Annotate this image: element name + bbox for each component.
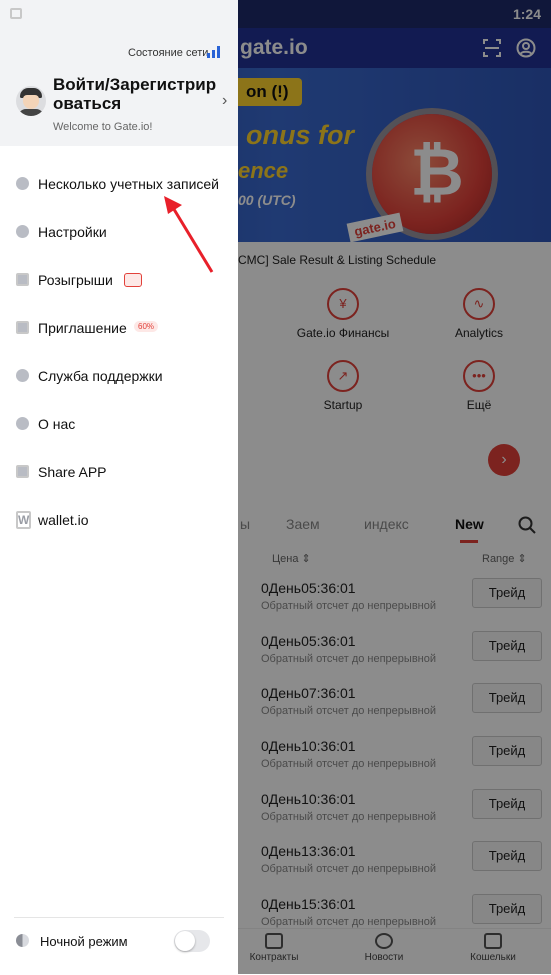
- menu-item-settings[interactable]: Настройки: [0, 208, 238, 256]
- notification-icon: [10, 8, 22, 19]
- calendar-badge-icon: [124, 273, 142, 287]
- signal-bars-icon: [207, 46, 221, 58]
- drawer-menu: Несколько учетных записей Настройки Розы…: [0, 160, 238, 544]
- menu-item-label: Несколько учетных записей: [38, 176, 220, 192]
- menu-item-label: О нас: [38, 416, 76, 432]
- night-mode-icon: [16, 934, 29, 947]
- menu-item-share-app[interactable]: Share APP: [0, 448, 238, 496]
- accounts-icon: [16, 177, 29, 190]
- menu-item-invite[interactable]: Приглашение: [0, 304, 238, 352]
- gift-icon: [16, 321, 29, 334]
- menu-item-lottery[interactable]: Розыгрыши: [0, 256, 238, 304]
- share-icon: [16, 465, 29, 478]
- side-drawer: Состояние сети Войти/Зарегистрир оваться…: [0, 0, 238, 974]
- menu-item-label: Приглашение: [38, 320, 127, 336]
- wallet-io-icon: W: [16, 511, 32, 529]
- network-status-label[interactable]: Состояние сети: [128, 47, 208, 59]
- lottery-icon: [16, 273, 29, 286]
- menu-item-label: Служба поддержки: [38, 368, 163, 384]
- menu-item-multiple-accounts[interactable]: Несколько учетных записей: [0, 160, 238, 208]
- menu-item-label: Share APP: [38, 464, 107, 480]
- menu-item-support[interactable]: Служба поддержки: [0, 352, 238, 400]
- divider: [14, 917, 224, 918]
- avatar[interactable]: [16, 86, 46, 116]
- chevron-right-icon[interactable]: ›: [222, 92, 227, 110]
- menu-item-wallet-io[interactable]: Wwallet.io: [0, 496, 238, 544]
- invite-badge: 60%: [134, 321, 159, 332]
- welcome-text: Welcome to Gate.io!: [53, 121, 153, 133]
- night-mode-label: Ночной режим: [40, 934, 128, 949]
- menu-item-label: wallet.io: [38, 512, 89, 528]
- toggle-knob: [175, 931, 195, 951]
- settings-icon: [16, 225, 29, 238]
- menu-item-label: Настройки: [38, 224, 107, 240]
- login-register-link[interactable]: Войти/Зарегистрир оваться: [53, 75, 223, 113]
- help-icon: [16, 369, 29, 382]
- menu-item-about[interactable]: О нас: [0, 400, 238, 448]
- drawer-header: Состояние сети Войти/Зарегистрир оваться…: [0, 0, 238, 146]
- menu-item-label: Розыгрыши: [38, 272, 113, 288]
- night-mode-toggle[interactable]: [174, 930, 210, 952]
- about-icon: [16, 417, 29, 430]
